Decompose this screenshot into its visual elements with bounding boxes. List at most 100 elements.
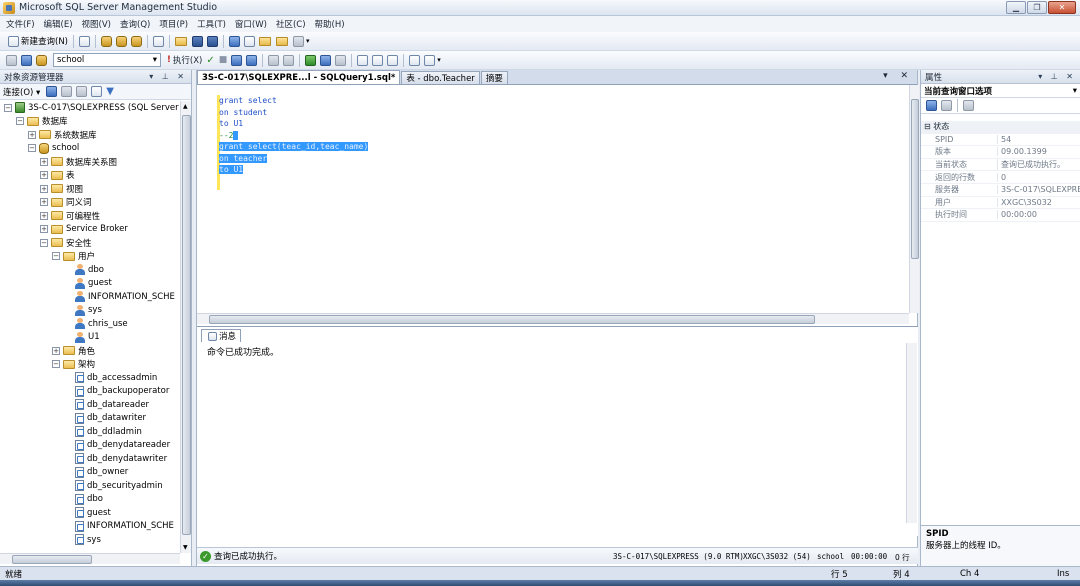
property-row[interactable]: 返回的行数 0 xyxy=(921,171,1080,184)
tree-node[interactable]: + 角色 xyxy=(0,344,180,358)
close-button[interactable]: ✕ xyxy=(1048,1,1076,14)
tree-node[interactable]: + Service Broker xyxy=(0,223,180,237)
tab-messages[interactable]: 消息 xyxy=(201,329,242,342)
expand-icon[interactable]: + xyxy=(40,225,48,234)
tab-document[interactable]: 摘要 xyxy=(480,71,508,84)
save-all-icon[interactable] xyxy=(207,35,218,47)
results-to-file-icon[interactable] xyxy=(335,54,347,66)
connect-server-icon[interactable] xyxy=(46,86,58,97)
editor-hscroll-thumb[interactable] xyxy=(209,315,815,324)
menu-item[interactable]: 编辑(E) xyxy=(44,18,73,30)
tree-node[interactable]: dbo xyxy=(0,263,180,277)
execute-button[interactable]: ! 执行(X) xyxy=(165,53,204,68)
collapse-icon[interactable]: − xyxy=(4,103,12,112)
overflow-icon[interactable]: ▾ xyxy=(306,37,310,45)
toolbox-icon[interactable] xyxy=(293,35,304,47)
menu-item[interactable]: 社区(C) xyxy=(276,18,306,30)
property-row[interactable]: SPID 54 xyxy=(921,134,1080,147)
tree-node[interactable]: + 系统数据库 xyxy=(0,128,180,142)
tab-controls[interactable]: ▾ ✕ xyxy=(883,71,913,81)
query-designer-icon[interactable] xyxy=(246,54,258,66)
tab-document[interactable]: 3S-C-017\SQLEXPRE...l - SQLQuery1.sql* xyxy=(197,70,401,84)
expand-icon[interactable]: + xyxy=(52,346,60,355)
expand-icon[interactable]: + xyxy=(40,171,48,180)
property-row[interactable]: 执行时间 00:00:00 xyxy=(921,209,1080,222)
collapse-icon[interactable]: − xyxy=(52,360,60,369)
tree-node[interactable]: db_securityadmin xyxy=(0,479,180,493)
maximize-button[interactable]: ❐ xyxy=(1027,1,1047,14)
connect-icon[interactable] xyxy=(6,54,17,66)
tree-node[interactable]: − 安全性 xyxy=(0,236,180,250)
tree-node[interactable]: − 架构 xyxy=(0,358,180,372)
alphabetical-icon[interactable] xyxy=(941,100,952,111)
collapse-icon[interactable]: − xyxy=(16,117,24,126)
tree-node[interactable]: + 表 xyxy=(0,169,180,183)
uncomment-lines-icon[interactable] xyxy=(387,54,399,66)
cancel-query-icon[interactable]: ■ xyxy=(219,55,228,65)
tree-node[interactable]: − school xyxy=(0,142,180,156)
client-stats-icon[interactable] xyxy=(283,54,295,66)
tree-node[interactable]: INFORMATION_SCHE xyxy=(0,520,180,534)
new-file-icon[interactable] xyxy=(79,35,90,47)
include-plan-icon[interactable] xyxy=(268,54,280,66)
tree-node[interactable]: chris_use xyxy=(0,317,180,331)
tree-node[interactable]: − 用户 xyxy=(0,250,180,264)
editor-horizontal-scrollbar[interactable] xyxy=(197,313,909,324)
connect-dropdown[interactable]: 连接(O) ▾ xyxy=(3,86,40,98)
code-line[interactable]: to U1 xyxy=(219,118,368,130)
refresh-icon[interactable] xyxy=(91,86,103,97)
tree-node[interactable]: guest xyxy=(0,277,180,291)
expand-icon[interactable]: + xyxy=(40,198,48,207)
save-icon[interactable] xyxy=(192,35,203,47)
new-query-button[interactable]: 新建查询(N) xyxy=(4,34,70,49)
open-file-icon[interactable] xyxy=(175,36,187,46)
code-line[interactable]: grant select(teac_id,teac_name) xyxy=(219,141,369,153)
menu-item[interactable]: 帮助(H) xyxy=(315,18,345,30)
uncomment-icon[interactable] xyxy=(372,54,384,66)
increase-indent-icon[interactable] xyxy=(424,54,436,66)
disconnect-icon[interactable] xyxy=(61,86,73,97)
tree-node[interactable]: db_owner xyxy=(0,466,180,480)
tree-node[interactable]: dbo xyxy=(0,493,180,507)
tree-node[interactable]: − 数据库 xyxy=(0,115,180,129)
properties-object-select[interactable]: 当前查询窗口选项 ▾ xyxy=(921,84,1080,98)
decrease-indent-icon[interactable] xyxy=(409,54,421,66)
template-explorer-icon[interactable] xyxy=(259,36,271,46)
database-select[interactable]: school ▾ xyxy=(53,53,161,67)
tree-node[interactable]: + 同义词 xyxy=(0,196,180,210)
parse-icon[interactable]: ✓ xyxy=(206,55,214,66)
expand-icon[interactable]: + xyxy=(28,130,36,139)
code-line[interactable]: on teacher xyxy=(219,153,368,165)
tree-hscroll-thumb[interactable] xyxy=(12,555,92,564)
expand-icon[interactable]: + xyxy=(40,184,48,193)
tree-node[interactable]: + 视图 xyxy=(0,182,180,196)
mdx-query-icon[interactable] xyxy=(131,35,142,47)
menu-item[interactable]: 查询(Q) xyxy=(120,18,150,30)
property-row[interactable]: 版本 09.00.1399 xyxy=(921,146,1080,159)
display-plan-icon[interactable] xyxy=(231,54,243,66)
minimize-button[interactable]: ▁ xyxy=(1006,1,1026,14)
tree-node[interactable]: db_datareader xyxy=(0,398,180,412)
xmla-query-icon[interactable] xyxy=(153,35,164,47)
filter-icon[interactable]: ▼ xyxy=(106,86,114,97)
query-editor[interactable]: grant select on student to U1 --2 grant sel… xyxy=(197,85,909,313)
tree-node[interactable]: sys xyxy=(0,533,180,547)
tree-node[interactable]: sys xyxy=(0,304,180,318)
registered-servers-icon[interactable] xyxy=(229,35,240,47)
tree-node[interactable]: db_backupoperator xyxy=(0,385,180,399)
tree-node[interactable]: db_accessadmin xyxy=(0,371,180,385)
tree-node[interactable]: db_datawriter xyxy=(0,412,180,426)
tree-vertical-scrollbar[interactable]: ▲ ▼ xyxy=(180,101,191,553)
property-pages-icon[interactable] xyxy=(963,100,974,111)
tree-node[interactable]: − 3S-C-017\SQLEXPRESS (SQL Server 9.0 xyxy=(0,101,180,115)
property-category[interactable]: ⊟ 状态 xyxy=(921,121,1080,134)
menu-item[interactable]: 视图(V) xyxy=(82,18,111,30)
tree-node[interactable]: U1 xyxy=(0,331,180,345)
properties-pane-controls[interactable]: ▾ ⊥ ✕ xyxy=(1038,72,1076,81)
comment-out-icon[interactable] xyxy=(357,54,369,66)
tree-node[interactable]: + 可编程性 xyxy=(0,209,180,223)
menu-item[interactable]: 文件(F) xyxy=(6,18,35,30)
tree-node[interactable]: INFORMATION_SCHE xyxy=(0,290,180,304)
tree-node[interactable]: guest xyxy=(0,506,180,520)
collapse-icon[interactable]: − xyxy=(28,144,36,153)
